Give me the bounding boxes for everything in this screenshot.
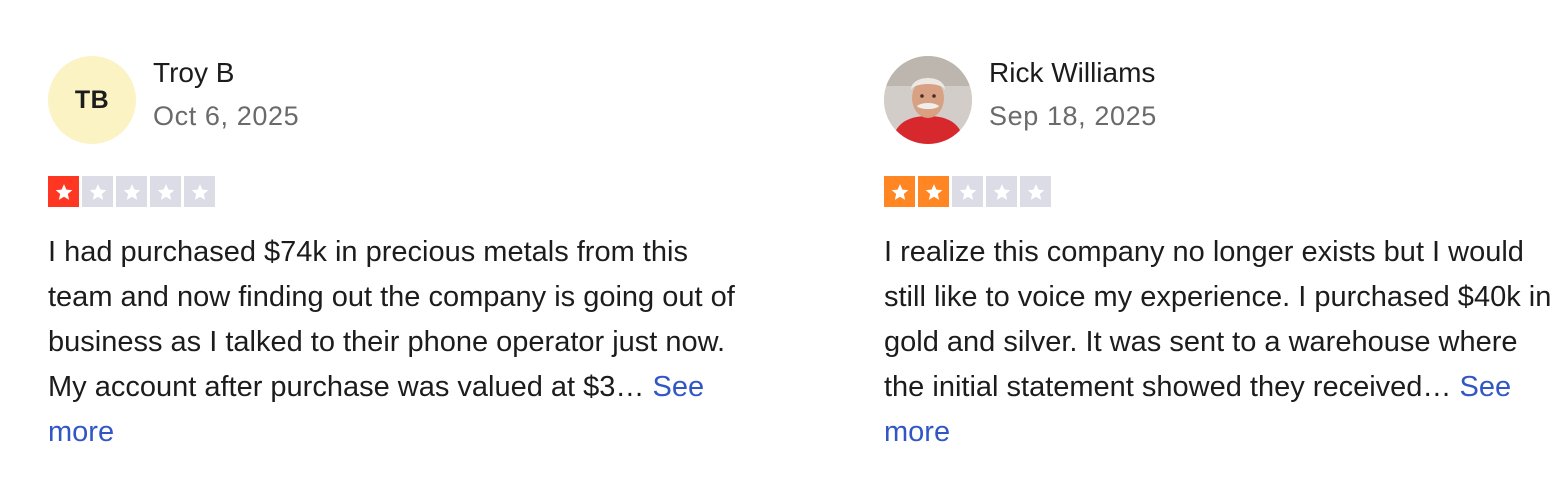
- review-card: TB Troy B Oct 6, 2025 I had purchased $7…: [48, 56, 748, 455]
- star-icon: [1020, 176, 1051, 207]
- star-icon: [150, 176, 181, 207]
- review-header: TB Troy B Oct 6, 2025: [48, 56, 748, 144]
- star-icon: [986, 176, 1017, 207]
- profile-photo-icon: [884, 56, 972, 144]
- star-icon: [952, 176, 983, 207]
- star-icon: [918, 176, 949, 207]
- star-icon: [184, 176, 215, 207]
- star-rating: [884, 176, 1564, 208]
- star-rating: [48, 176, 748, 208]
- review-date: Sep 18, 2025: [989, 101, 1157, 131]
- star-icon: [116, 176, 147, 207]
- avatar[interactable]: TB: [48, 56, 136, 144]
- review-text: I had purchased $74k in precious metals …: [48, 230, 748, 455]
- reviewer-name[interactable]: Rick Williams: [989, 55, 1157, 91]
- review-body: I had purchased $74k in precious metals …: [48, 236, 735, 403]
- review-date: Oct 6, 2025: [153, 101, 300, 131]
- star-icon: [48, 176, 79, 207]
- review-header: Rick Williams Sep 18, 2025: [884, 56, 1564, 144]
- review-meta: Rick Williams Sep 18, 2025: [989, 57, 1157, 133]
- review-body: I realize this company no longer exists …: [884, 236, 1552, 403]
- avatar[interactable]: [884, 56, 972, 144]
- review-card: Rick Williams Sep 18, 2025 I realize thi…: [884, 56, 1564, 455]
- review-text: I realize this company no longer exists …: [884, 230, 1564, 455]
- star-icon: [884, 176, 915, 207]
- reviewer-name[interactable]: Troy B: [153, 55, 299, 91]
- review-meta: Troy B Oct 6, 2025: [153, 57, 300, 133]
- star-icon: [82, 176, 113, 207]
- review-list: TB Troy B Oct 6, 2025 I had purchased $7…: [0, 0, 1568, 504]
